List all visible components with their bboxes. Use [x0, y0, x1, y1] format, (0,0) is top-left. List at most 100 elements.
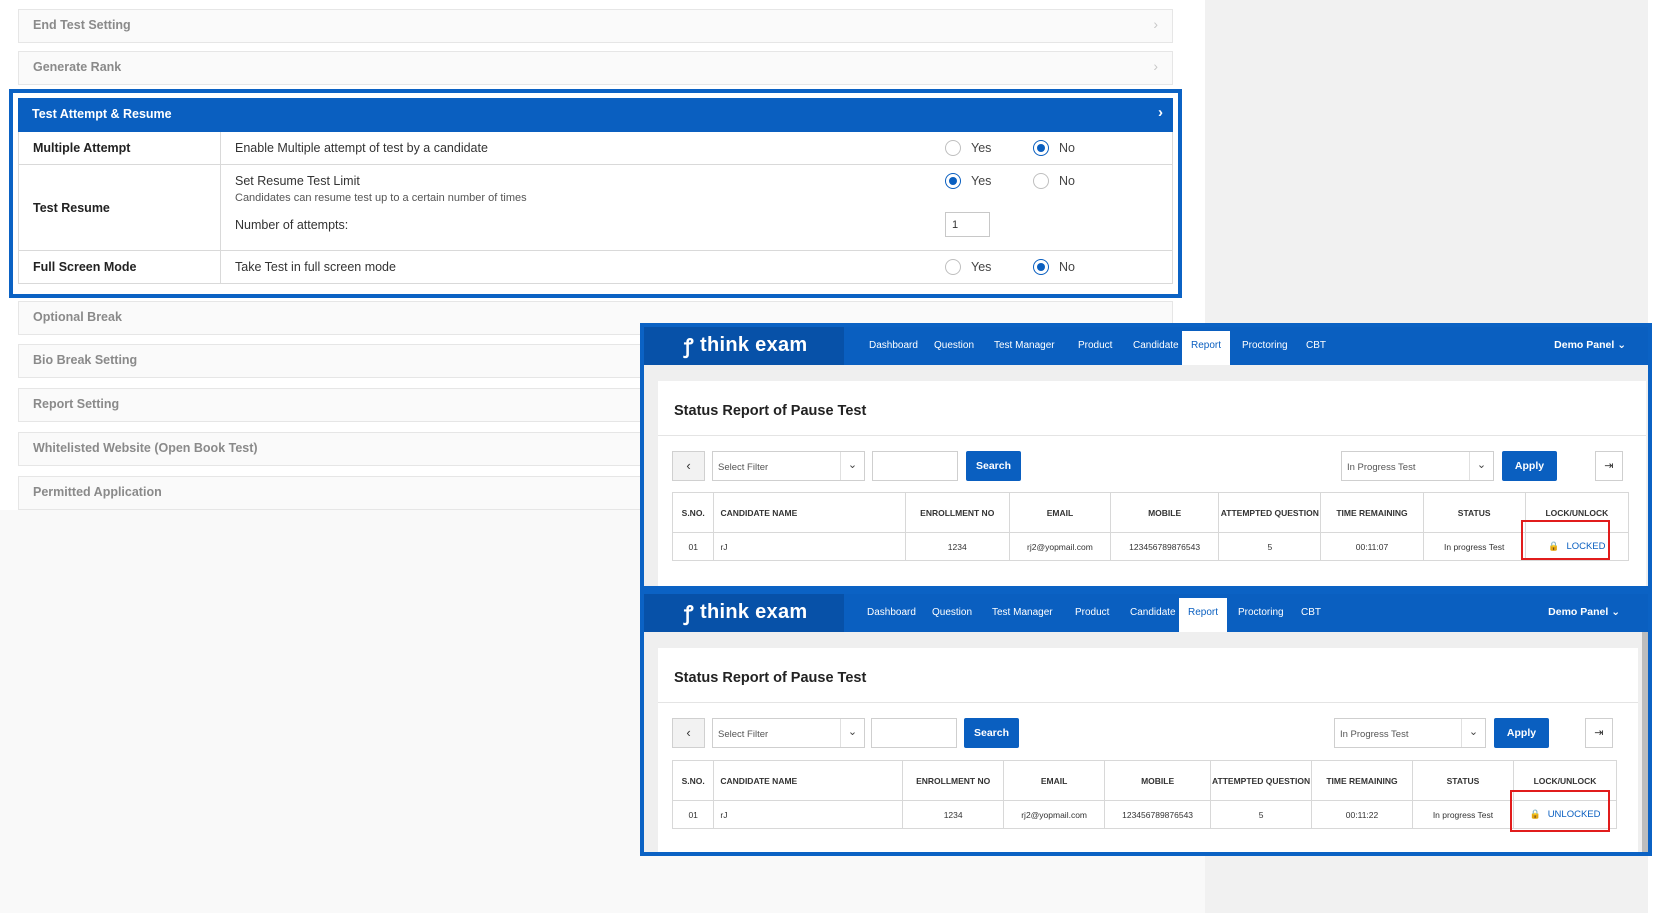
apply-button[interactable]: Apply: [1502, 451, 1557, 481]
nav-question[interactable]: Question: [932, 607, 972, 618]
multiple-attempt-row: Multiple Attempt Enable Multiple attempt…: [18, 132, 1173, 165]
cell-enrollment: 1234: [904, 532, 1010, 561]
divider: [658, 435, 1646, 436]
back-button[interactable]: ‹: [672, 718, 705, 748]
column-header: ENROLLMENT NO: [904, 492, 1010, 533]
accordion-label: Optional Break: [33, 310, 122, 324]
column-header: EMAIL: [1008, 492, 1112, 533]
logo[interactable]: ꝭ think exam: [644, 327, 844, 365]
table-row: 01 rJ 1234 rj2@yopmail.com 1234567898765…: [671, 532, 1630, 561]
cell-time: 00:11:07: [1320, 532, 1424, 561]
cell-mobile: 123456789876543: [1104, 800, 1212, 829]
table-header-row: S.NO. CANDIDATE NAME ENROLLMENT NO EMAIL…: [671, 492, 1630, 533]
status-select[interactable]: In Progress Test ⌄: [1334, 718, 1486, 748]
column-header: CANDIDATE NAME: [713, 760, 904, 801]
export-icon[interactable]: ⇥: [1585, 718, 1613, 748]
logo[interactable]: ꝭ think exam: [644, 594, 844, 632]
column-header: STATUS: [1422, 492, 1526, 533]
nav-proctoring[interactable]: Proctoring: [1238, 607, 1284, 618]
cell-sno: 01: [671, 800, 715, 829]
row-label: Multiple Attempt: [33, 141, 131, 155]
nav-cbt[interactable]: CBT: [1306, 340, 1326, 351]
radio-label: No: [1059, 174, 1075, 188]
cell-mobile: 123456789876543: [1109, 532, 1220, 561]
column-header: S.NO.: [671, 760, 715, 801]
search-button[interactable]: Search: [964, 718, 1019, 748]
radio-label: No: [1059, 260, 1075, 274]
test-resume-yes-radio[interactable]: [945, 173, 961, 189]
column-header: ATTEMPTED QUESTION: [1218, 492, 1322, 533]
table-header-row: S.NO. CANDIDATE NAME ENROLLMENT NO EMAIL…: [671, 760, 1618, 801]
row-label: Test Resume: [33, 201, 110, 215]
nav-test-manager[interactable]: Test Manager: [994, 340, 1055, 351]
status-select-value: In Progress Test: [1347, 462, 1416, 473]
search-input[interactable]: [871, 718, 957, 748]
cell-sno: 01: [671, 532, 715, 561]
full-screen-row: Full Screen Mode Take Test in full scree…: [18, 251, 1173, 284]
row-description: Set Resume Test Limit: [235, 174, 360, 188]
column-header: ENROLLMENT NO: [902, 760, 1005, 801]
report-table: S.NO. CANDIDATE NAME ENROLLMENT NO EMAIL…: [671, 492, 1630, 561]
accordion-generate-rank[interactable]: Generate Rank ›: [18, 51, 1173, 85]
full-screen-no-radio[interactable]: [1033, 259, 1049, 275]
logo-icon: ꝭ: [684, 603, 694, 625]
table-row: 01 rJ 1234 rj2@yopmail.com 1234567898765…: [671, 800, 1618, 829]
report-table: S.NO. CANDIDATE NAME ENROLLMENT NO EMAIL…: [671, 760, 1618, 829]
user-menu-label: Demo Panel: [1554, 339, 1615, 351]
nav-product[interactable]: Product: [1075, 607, 1109, 618]
test-resume-no-radio[interactable]: [1033, 173, 1049, 189]
nav-dashboard[interactable]: Dashboard: [869, 340, 918, 351]
section-header[interactable]: Test Attempt & Resume ›: [18, 98, 1173, 132]
status-select[interactable]: In Progress Test ⌄: [1341, 451, 1494, 481]
accordion-label: Permitted Application: [33, 485, 162, 499]
column-header: S.NO.: [671, 492, 715, 533]
back-button[interactable]: ‹: [672, 451, 705, 481]
status-select-value: In Progress Test: [1340, 729, 1409, 740]
column-header: ATTEMPTED QUESTION: [1210, 760, 1313, 801]
nav-proctoring[interactable]: Proctoring: [1242, 340, 1288, 351]
cell-status: In progress Test: [1422, 532, 1526, 561]
radio-label: Yes: [971, 260, 992, 274]
user-menu[interactable]: Demo Panel ⌄: [1548, 606, 1620, 618]
search-button[interactable]: Search: [966, 451, 1021, 481]
full-screen-yes-radio[interactable]: [945, 259, 961, 275]
nav-test-manager[interactable]: Test Manager: [992, 607, 1053, 618]
nav-candidate[interactable]: Candidate: [1130, 607, 1176, 618]
row-subtext: Candidates can resume test up to a certa…: [235, 192, 527, 204]
section-title: Test Attempt & Resume: [32, 107, 172, 121]
search-input[interactable]: [872, 451, 958, 481]
multiple-attempt-yes-radio[interactable]: [945, 140, 961, 156]
nav-product[interactable]: Product: [1078, 340, 1112, 351]
attempts-input[interactable]: 1: [945, 212, 990, 237]
cell-name: rJ: [713, 532, 906, 561]
multiple-attempt-no-radio[interactable]: [1033, 140, 1049, 156]
nav-report[interactable]: Report: [1182, 331, 1231, 365]
logo-icon: ꝭ: [684, 336, 694, 358]
nav-question[interactable]: Question: [934, 340, 974, 351]
nav-report[interactable]: Report: [1179, 598, 1228, 632]
export-icon[interactable]: ⇥: [1595, 451, 1623, 481]
filter-select[interactable]: Select Filter ⌄: [712, 451, 865, 481]
accordion-label: Bio Break Setting: [33, 353, 138, 367]
column-header: TIME REMAINING: [1320, 492, 1424, 533]
filter-select[interactable]: Select Filter ⌄: [712, 718, 865, 748]
highlight-box: [1510, 790, 1610, 832]
scrollbar[interactable]: [1642, 632, 1648, 852]
attempts-label: Number of attempts:: [235, 218, 349, 232]
highlight-box: [1521, 520, 1610, 560]
accordion-end-test-setting[interactable]: End Test Setting ›: [18, 9, 1173, 43]
nav-cbt[interactable]: CBT: [1301, 607, 1321, 618]
nav-candidate[interactable]: Candidate: [1133, 340, 1179, 351]
cell-email: rj2@yopmail.com: [1008, 532, 1112, 561]
cell-status: In progress Test: [1412, 800, 1514, 829]
chevron-down-icon: ⌄: [1611, 606, 1620, 618]
top-navbar: ꝭ think exam Dashboard Question Test Man…: [644, 327, 1648, 365]
user-menu[interactable]: Demo Panel ⌄: [1554, 339, 1626, 351]
background-edge: [1648, 0, 1680, 913]
divider: [658, 702, 1638, 703]
column-header: CANDIDATE NAME: [713, 492, 906, 533]
accordion-label: Generate Rank: [33, 60, 122, 74]
report-panel-locked: ꝭ think exam Dashboard Question Test Man…: [640, 323, 1652, 590]
apply-button[interactable]: Apply: [1494, 718, 1549, 748]
nav-dashboard[interactable]: Dashboard: [867, 607, 916, 618]
